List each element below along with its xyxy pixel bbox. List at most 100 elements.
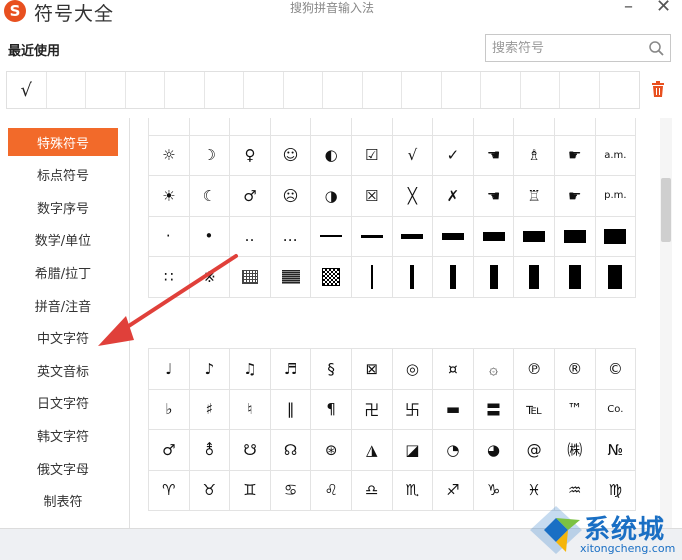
- symbol-cell[interactable]: …: [270, 216, 312, 257]
- recent-symbol-cell[interactable]: [442, 72, 481, 108]
- symbol-cell[interactable]: ♈: [149, 470, 190, 511]
- symbol-cell[interactable]: ☊: [270, 430, 312, 471]
- recent-symbol-cell[interactable]: [165, 72, 205, 108]
- symbol-cell[interactable]: ©: [595, 349, 637, 390]
- symbol-cell[interactable]: ♀: [230, 135, 271, 176]
- symbol-cell[interactable]: ♎: [351, 470, 393, 511]
- symbol-cell[interactable]: ·: [149, 216, 190, 257]
- symbol-cell[interactable]: ◕: [473, 430, 515, 471]
- symbol-cell[interactable]: [473, 216, 515, 257]
- scrollbar[interactable]: [660, 118, 672, 528]
- symbol-cell[interactable]: ⊛: [311, 430, 352, 471]
- symbol-cell[interactable]: 〓: [473, 389, 515, 430]
- symbol-cell[interactable]: ♗: [514, 135, 555, 176]
- symbol-cell[interactable]: ⚨: [189, 430, 231, 471]
- symbol-cell[interactable]: √: [392, 135, 434, 176]
- symbol-cell[interactable]: 卐: [392, 389, 434, 430]
- symbol-cell[interactable]: ☽: [189, 135, 231, 176]
- symbol-cell[interactable]: ◪: [392, 430, 434, 471]
- symbol-cell[interactable]: [351, 216, 393, 257]
- symbol-cell[interactable]: ♐: [433, 470, 474, 511]
- sidebar-item-8[interactable]: 日文字符: [8, 389, 118, 417]
- symbol-cell[interactable]: ☺: [270, 135, 312, 176]
- symbol-cell[interactable]: 卍: [351, 389, 393, 430]
- symbol-cell[interactable]: [392, 257, 434, 298]
- symbol-cell[interactable]: -: [433, 118, 474, 136]
- scroll-thumb[interactable]: [661, 178, 671, 242]
- symbol-cell[interactable]: ☹: [270, 176, 312, 217]
- symbol-cell[interactable]: ☾: [189, 176, 231, 217]
- symbol-cell[interactable]: ♋: [270, 470, 312, 511]
- symbol-cell[interactable]: ☚: [473, 176, 515, 217]
- symbol-cell[interactable]: ‥: [230, 216, 271, 257]
- symbol-cell[interactable]: ♭: [149, 389, 190, 430]
- recent-symbol-cell[interactable]: √: [7, 72, 47, 108]
- symbol-cell[interactable]: [311, 257, 352, 298]
- recent-symbol-cell[interactable]: [363, 72, 402, 108]
- symbol-cell[interactable]: ╳: [392, 176, 434, 217]
- symbol-cell[interactable]: ۞: [473, 349, 515, 390]
- symbol-cell[interactable]: -: [473, 118, 515, 136]
- search-box[interactable]: [485, 34, 671, 62]
- symbol-cell[interactable]: ⊠: [351, 349, 393, 390]
- sidebar-item-1[interactable]: 标点符号: [8, 161, 118, 189]
- recent-symbol-cell[interactable]: [481, 72, 521, 108]
- symbol-cell[interactable]: ^: [351, 118, 393, 136]
- symbol-cell[interactable]: ◑: [311, 176, 352, 217]
- symbol-cell[interactable]: [595, 216, 637, 257]
- symbol-cell[interactable]: ☑: [351, 135, 393, 176]
- symbol-cell[interactable]: -: [514, 118, 555, 136]
- close-button[interactable]: ✕: [656, 0, 671, 16]
- symbol-cell[interactable]: [311, 216, 352, 257]
- sidebar-item-0[interactable]: 特殊符号: [8, 128, 118, 156]
- symbol-cell[interactable]: [595, 257, 637, 298]
- symbol-cell[interactable]: ✓: [433, 135, 474, 176]
- symbol-cell[interactable]: ™: [554, 389, 596, 430]
- recent-symbol-cell[interactable]: [205, 72, 244, 108]
- symbol-cell[interactable]: ~: [230, 118, 271, 136]
- symbol-cell[interactable]: ♉: [189, 470, 231, 511]
- symbol-cell[interactable]: ~: [270, 118, 312, 136]
- recent-symbol-cell[interactable]: [284, 72, 323, 108]
- symbol-cell[interactable]: ∷: [149, 257, 190, 298]
- symbol-cell[interactable]: ※: [189, 257, 231, 298]
- recent-symbol-cell[interactable]: [86, 72, 126, 108]
- symbol-cell[interactable]: -: [554, 118, 596, 136]
- symbol-cell[interactable]: [514, 257, 555, 298]
- symbol-cell[interactable]: ☚: [473, 135, 515, 176]
- recent-symbol-cell[interactable]: [560, 72, 600, 108]
- sidebar-item-7[interactable]: 英文音标: [8, 356, 118, 384]
- sidebar-item-11[interactable]: 制表符: [8, 487, 118, 515]
- recent-symbol-cell[interactable]: [47, 72, 86, 108]
- symbol-cell[interactable]: ♌: [311, 470, 352, 511]
- sidebar-item-6[interactable]: 中文字符: [8, 324, 118, 352]
- symbol-cell[interactable]: —: [149, 118, 190, 136]
- symbol-cell[interactable]: ☛: [554, 176, 596, 217]
- symbol-cell[interactable]: ◔: [433, 430, 474, 471]
- symbol-cell[interactable]: ♊: [230, 470, 271, 511]
- symbol-cell[interactable]: ‖: [270, 389, 312, 430]
- symbol-cell[interactable]: ☛: [554, 135, 596, 176]
- recent-symbol-cell[interactable]: [521, 72, 560, 108]
- sidebar-item-10[interactable]: 俄文字母: [8, 454, 118, 482]
- symbol-cell[interactable]: Co.: [595, 389, 637, 430]
- symbol-cell[interactable]: [554, 216, 596, 257]
- symbol-cell[interactable]: [270, 257, 312, 298]
- symbol-cell[interactable]: §: [311, 349, 352, 390]
- sidebar-item-3[interactable]: 数学/单位: [8, 226, 118, 254]
- sidebar-item-2[interactable]: 数字序号: [8, 193, 118, 221]
- symbol-cell[interactable]: ¶: [311, 389, 352, 430]
- recent-symbol-cell[interactable]: [323, 72, 363, 108]
- symbol-cell[interactable]: ☼: [149, 135, 190, 176]
- symbol-cell[interactable]: -: [392, 118, 434, 136]
- symbol-cell[interactable]: ♏: [392, 470, 434, 511]
- symbol-cell[interactable]: ♂: [149, 430, 190, 471]
- symbol-cell[interactable]: ♮: [230, 389, 271, 430]
- recent-symbol-cell[interactable]: [244, 72, 284, 108]
- symbol-cell[interactable]: ♬: [270, 349, 312, 390]
- symbol-cell[interactable]: [514, 216, 555, 257]
- trash-icon[interactable]: [650, 80, 666, 98]
- symbol-cell[interactable]: ☋: [230, 430, 271, 471]
- symbol-cell[interactable]: ¤: [433, 349, 474, 390]
- symbol-cell[interactable]: ♂: [230, 176, 271, 217]
